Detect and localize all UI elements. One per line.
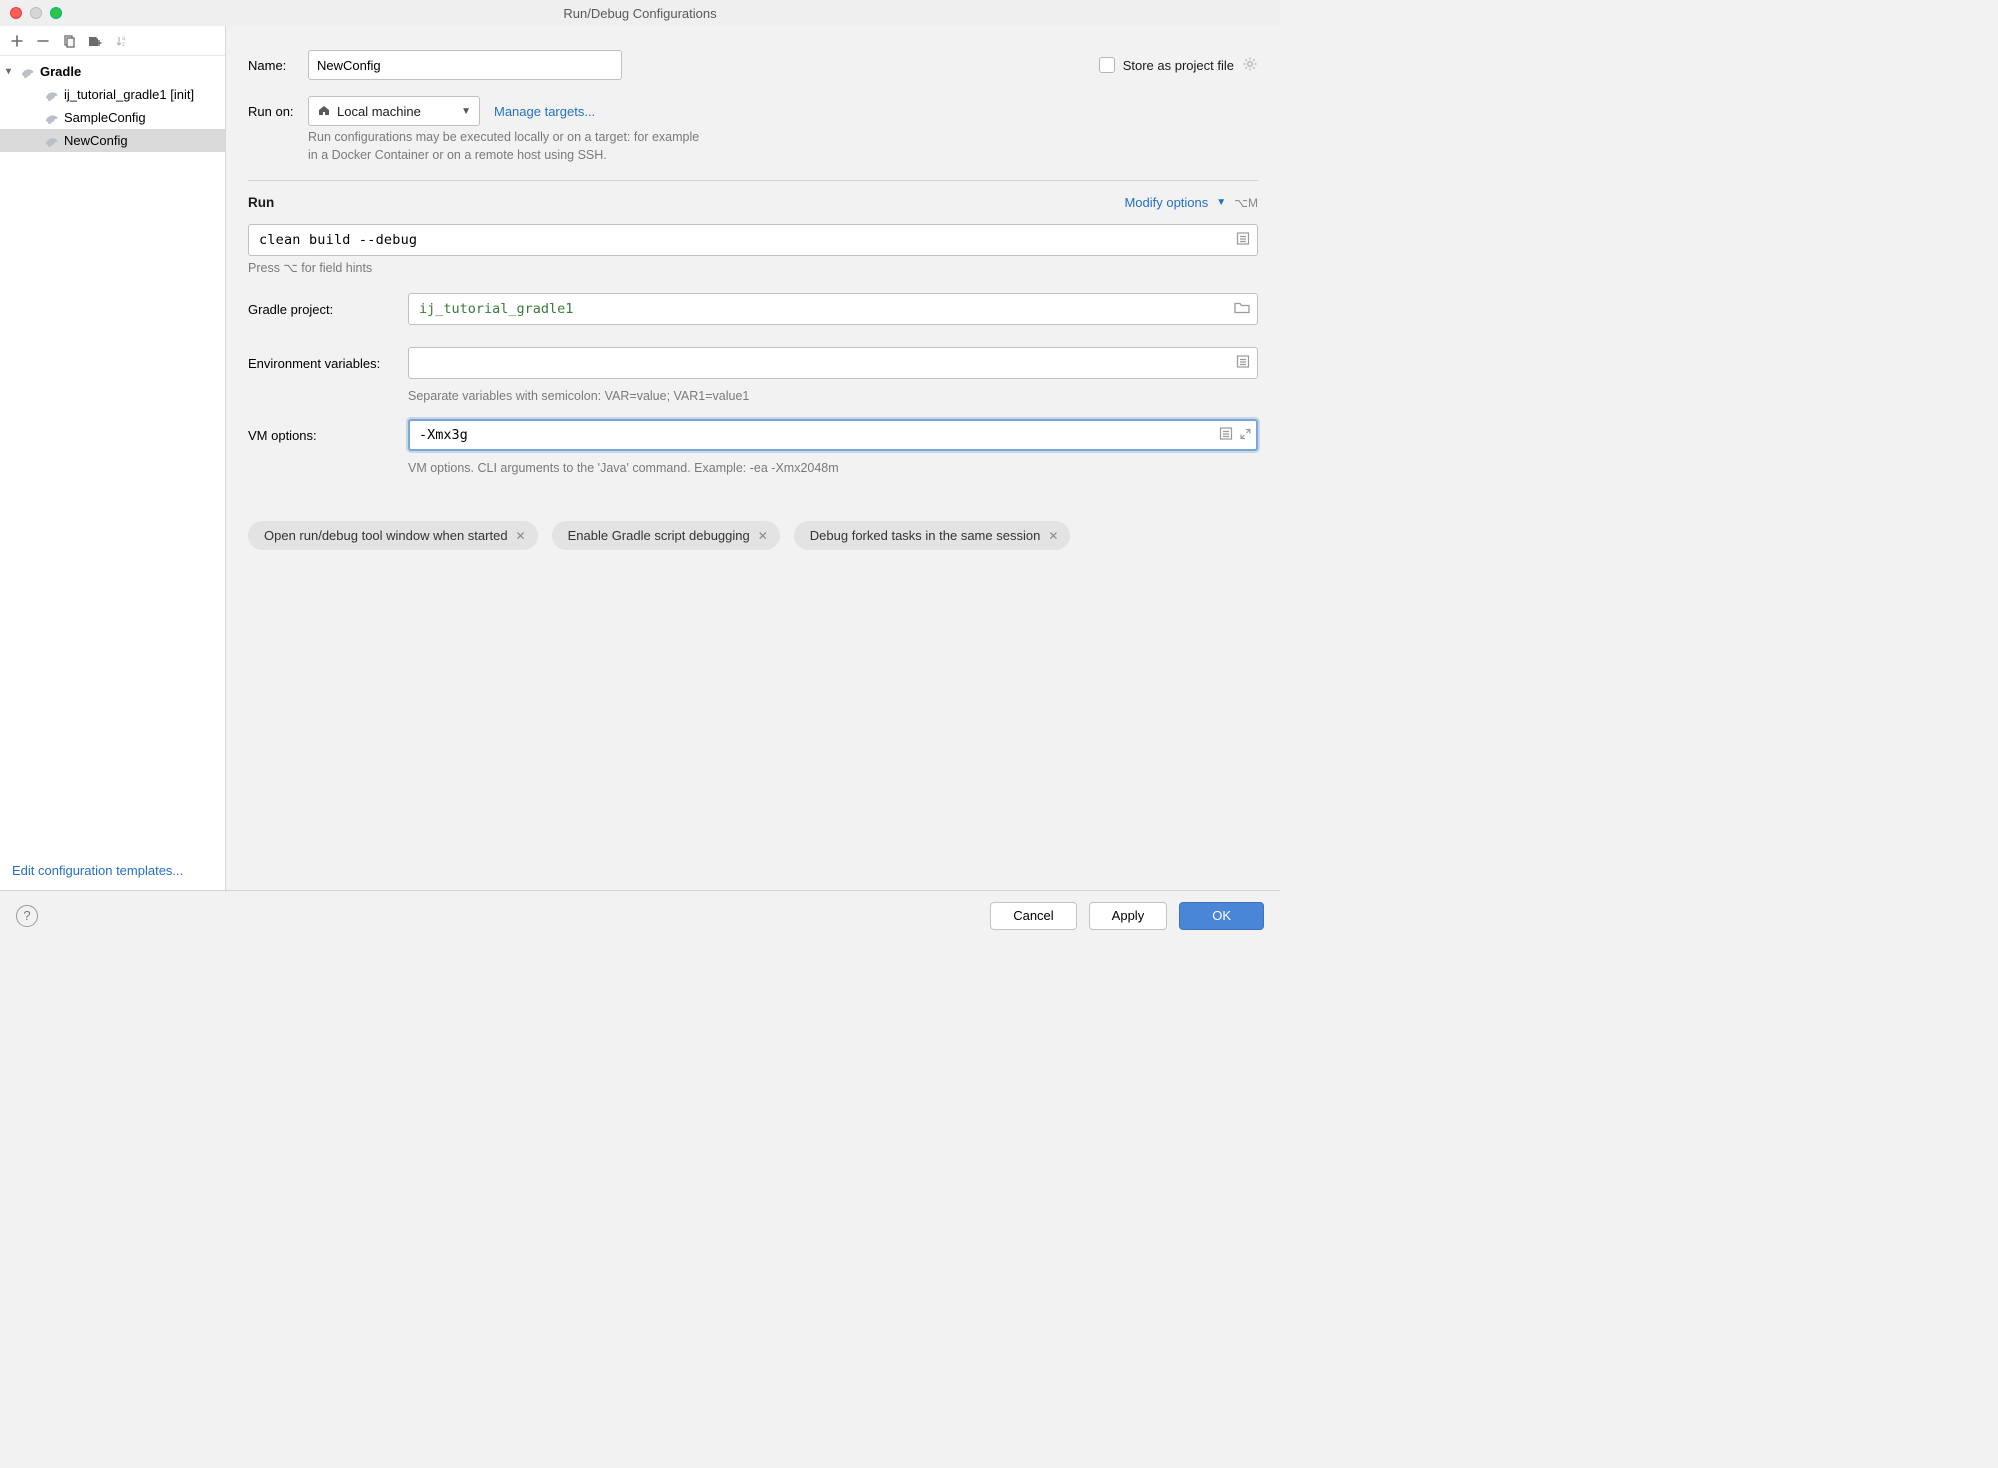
close-icon[interactable]: ✕ (1048, 529, 1058, 543)
sort-config-icon[interactable]: az (115, 34, 129, 48)
manage-targets-link[interactable]: Manage targets... (494, 104, 595, 119)
runon-select[interactable]: Local machine ▼ (308, 96, 480, 126)
env-hint: Separate variables with semicolon: VAR=v… (408, 389, 1258, 403)
list-icon[interactable] (1236, 355, 1250, 372)
option-chips: Open run/debug tool window when started … (248, 521, 1258, 550)
runon-label: Run on: (248, 104, 308, 119)
modify-options-link[interactable]: Modify options (1124, 195, 1208, 210)
vm-label: VM options: (248, 428, 408, 443)
gradle-icon (20, 64, 36, 80)
chip-label: Open run/debug tool window when started (264, 528, 508, 543)
chevron-down-icon: ▼ (461, 106, 471, 117)
close-icon[interactable]: ✕ (758, 529, 768, 543)
gradle-icon (44, 87, 60, 103)
list-icon[interactable] (1219, 427, 1233, 444)
config-panel: Name: Store as project file Run on: Loca… (226, 26, 1280, 890)
chevron-down-icon: ▾ (6, 66, 16, 77)
tree-group-gradle[interactable]: ▾ Gradle (0, 60, 225, 83)
runon-value: Local machine (337, 104, 421, 119)
cancel-button[interactable]: Cancel (990, 902, 1076, 930)
tree-item-label: NewConfig (64, 133, 128, 148)
tasks-hint: Press ⌥ for field hints (248, 260, 1258, 275)
remove-config-icon[interactable] (36, 34, 50, 48)
home-icon (317, 103, 331, 120)
copy-config-icon[interactable] (62, 34, 76, 48)
tree-item-label: ij_tutorial_gradle1 [init] (64, 87, 194, 102)
apply-button[interactable]: Apply (1089, 902, 1168, 930)
tasks-input[interactable] (248, 224, 1258, 256)
option-chip[interactable]: Debug forked tasks in the same session ✕ (794, 521, 1071, 550)
env-input[interactable] (408, 347, 1258, 379)
add-config-icon[interactable] (10, 34, 24, 48)
option-chip[interactable]: Open run/debug tool window when started … (248, 521, 538, 550)
name-input[interactable] (308, 50, 622, 80)
window-title: Run/Debug Configurations (0, 6, 1280, 21)
chip-label: Debug forked tasks in the same session (810, 528, 1041, 543)
config-tree: ▾ Gradle ij_tutorial_gradle1 [init] Samp… (0, 56, 225, 853)
chip-label: Enable Gradle script debugging (568, 528, 750, 543)
gradle-icon (44, 133, 60, 149)
divider (248, 180, 1258, 181)
gradle-icon (44, 110, 60, 126)
name-label: Name: (248, 58, 308, 73)
gradle-project-label: Gradle project: (248, 302, 408, 317)
gradle-project-input[interactable] (408, 293, 1258, 325)
tree-item-label: SampleConfig (64, 110, 146, 125)
save-config-icon[interactable] (88, 34, 103, 48)
dialog-footer: ? Cancel Apply OK (0, 890, 1280, 940)
ok-button[interactable]: OK (1179, 902, 1264, 930)
env-label: Environment variables: (248, 356, 408, 371)
chevron-down-icon: ▼ (1216, 197, 1226, 208)
runon-hint: Run configurations may be executed local… (308, 128, 828, 164)
expand-icon[interactable] (1239, 427, 1252, 443)
vm-options-input[interactable] (408, 419, 1258, 451)
option-chip[interactable]: Enable Gradle script debugging ✕ (552, 521, 780, 550)
help-icon[interactable]: ? (16, 905, 38, 927)
tree-group-label: Gradle (40, 64, 81, 79)
sidebar-toolbar: az (0, 26, 225, 56)
configurations-sidebar: az ▾ Gradle ij_tutorial_gradle1 [init] S… (0, 26, 226, 890)
edit-templates-link[interactable]: Edit configuration templates... (12, 863, 183, 878)
svg-text:z: z (122, 42, 125, 48)
folder-icon[interactable] (1234, 301, 1250, 318)
gear-icon[interactable] (1242, 56, 1258, 75)
tree-item-selected[interactable]: NewConfig (0, 129, 225, 152)
tree-item[interactable]: SampleConfig (0, 106, 225, 129)
store-as-project-label: Store as project file (1123, 58, 1234, 73)
titlebar: Run/Debug Configurations (0, 0, 1280, 26)
modify-shortcut: ⌥M (1234, 196, 1258, 210)
vm-hint: VM options. CLI arguments to the 'Java' … (408, 461, 1258, 475)
list-icon[interactable] (1236, 232, 1250, 249)
close-icon[interactable]: ✕ (516, 529, 526, 543)
run-section-title: Run (248, 195, 274, 210)
store-as-project-checkbox[interactable] (1099, 57, 1115, 73)
tree-item[interactable]: ij_tutorial_gradle1 [init] (0, 83, 225, 106)
